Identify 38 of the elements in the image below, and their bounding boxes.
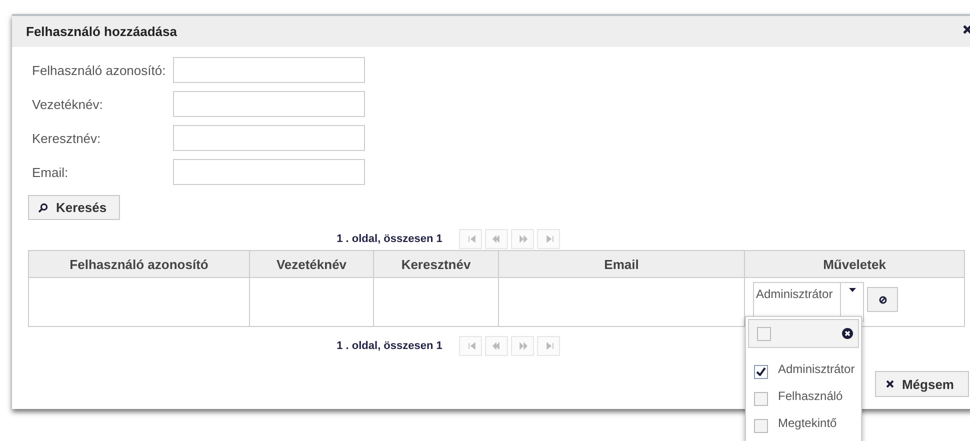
role-option[interactable]: Adminisztrátor [748, 358, 859, 385]
field-label: Keresztnév: [32, 130, 102, 146]
column-header[interactable]: Keresztnév [374, 250, 498, 278]
fast-forward-icon [518, 340, 528, 352]
role-option[interactable]: Felhasználó [748, 385, 859, 412]
rewind-icon [492, 340, 502, 352]
clear-button[interactable] [867, 287, 898, 312]
fast-forward-icon [518, 233, 528, 245]
field-label: Vezetéknév: [32, 96, 104, 112]
clear-icon[interactable] [842, 328, 853, 339]
skip-start-icon [466, 340, 476, 352]
search-button[interactable]: Keresés [28, 195, 120, 220]
column-header[interactable]: Műveletek [744, 250, 964, 278]
select-all-checkbox[interactable] [757, 326, 771, 340]
input-field[interactable] [173, 159, 365, 185]
check-icon [756, 367, 766, 376]
cancel-button[interactable]: Mégsem [874, 371, 969, 397]
close-icon [886, 380, 894, 388]
input-field[interactable] [173, 57, 365, 83]
input-field[interactable] [173, 125, 365, 151]
field-label: Felhasználó azonosító: [32, 62, 167, 78]
skip-end-icon [544, 340, 554, 352]
column-header[interactable]: Felhasználó azonosító [28, 250, 250, 278]
dialog-title: Felhasználó hozzáadása [26, 24, 177, 39]
column-header[interactable]: Vezetéknév [250, 250, 374, 278]
role-option[interactable]: Megtekintő [748, 412, 859, 439]
rewind-icon [492, 233, 502, 245]
caret-icon [848, 288, 856, 292]
page-info: 1 . oldal, összesen 1 [336, 233, 442, 245]
search-icon [38, 202, 48, 212]
close-icon[interactable] [963, 25, 970, 34]
page-info: 1 . oldal, összesen 1 [336, 340, 442, 352]
skip-end-icon [544, 233, 554, 245]
input-field[interactable] [173, 91, 365, 117]
field-label: Email: [32, 164, 70, 180]
skip-start-icon [466, 233, 476, 245]
block-icon [878, 296, 886, 304]
column-header[interactable]: Email [498, 250, 744, 278]
